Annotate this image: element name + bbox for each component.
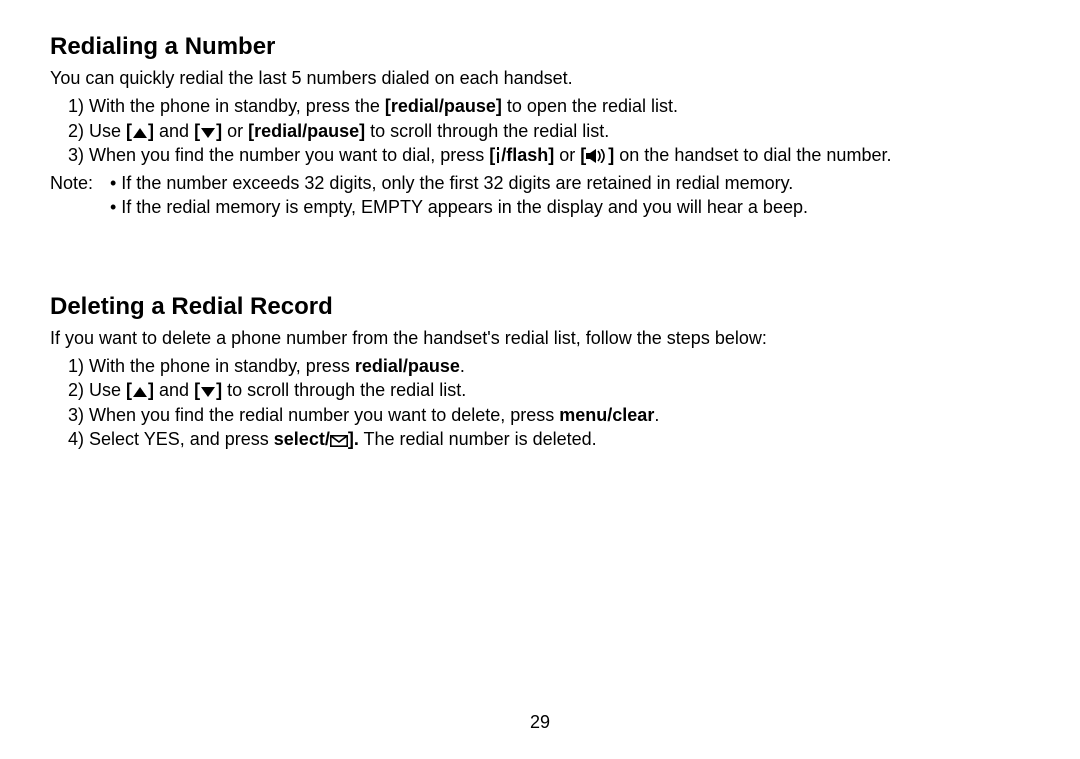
section1-intro: You can quickly redial the last 5 number… — [50, 66, 1030, 90]
note1: • If the number exceeds 32 digits, only … — [110, 171, 1030, 195]
down-arrow-icon — [200, 127, 216, 139]
redial-pause-key: redial/pause — [355, 356, 460, 376]
step-text: 1) With the phone in standby, press — [68, 356, 355, 376]
section-spacer — [50, 220, 1030, 292]
step-text: to scroll through the redial list. — [222, 380, 466, 400]
section2-step1: 1) With the phone in standby, press redi… — [68, 354, 1030, 378]
step-text: 4) Select YES, and press — [68, 429, 274, 449]
manual-page: Redialing a Number You can quickly redia… — [0, 0, 1080, 759]
step-text: 3) When you find the redial number you w… — [68, 405, 559, 425]
speaker-icon — [586, 149, 608, 163]
up-arrow-icon — [132, 127, 148, 139]
down-arrow-icon — [200, 386, 216, 398]
and-word: and — [154, 380, 194, 400]
step-text: to scroll through the redial list. — [365, 121, 609, 141]
step-text: . — [654, 405, 659, 425]
redial-pause-key: [redial/pause] — [248, 121, 365, 141]
step-text: 1) With the phone in standby, press the — [68, 96, 385, 116]
or-word: or — [222, 121, 248, 141]
step-text: 2) Use — [68, 121, 126, 141]
redial-pause-key: [redial/pause] — [385, 96, 502, 116]
step-text: The redial number is deleted. — [359, 429, 597, 449]
section2-intro: If you want to delete a phone number fro… — [50, 326, 1030, 350]
flash-key: /flash] — [501, 145, 554, 165]
section1-step1: 1) With the phone in standby, press the … — [68, 94, 1030, 118]
section2-step3: 3) When you find the redial number you w… — [68, 403, 1030, 427]
section1-step3: 3) When you find the number you want to … — [68, 143, 1030, 167]
section2-step4: 4) Select YES, and press select/]. The r… — [68, 427, 1030, 451]
section2-heading: Deleting a Redial Record — [50, 292, 1030, 322]
step-text: 2) Use — [68, 380, 126, 400]
section1-heading: Redialing a Number — [50, 32, 1030, 62]
step-text: on the handset to dial the number. — [614, 145, 891, 165]
step-text: 3) When you find the number you want to … — [68, 145, 489, 165]
step-text: . — [460, 356, 465, 376]
note-label: Note: — [50, 171, 110, 220]
page-number: 29 — [0, 712, 1080, 733]
note-bullets: • If the number exceeds 32 digits, only … — [110, 171, 1030, 220]
section1-note: Note: • If the number exceeds 32 digits,… — [50, 171, 1030, 220]
step-text: to open the redial list. — [502, 96, 678, 116]
note2: • If the redial memory is empty, EMPTY a… — [110, 195, 1030, 219]
and-word: and — [154, 121, 194, 141]
section1-steps: 1) With the phone in standby, press the … — [50, 94, 1030, 167]
section1-step2: 2) Use [] and [] or [redial/pause] to sc… — [68, 119, 1030, 143]
or-word: or — [554, 145, 580, 165]
up-arrow-icon — [132, 386, 148, 398]
envelope-icon — [330, 435, 348, 447]
section2-step2: 2) Use [] and [] to scroll through the r… — [68, 378, 1030, 402]
section2-steps: 1) With the phone in standby, press redi… — [50, 354, 1030, 451]
select-key-prefix: select/ — [274, 429, 330, 449]
menu-clear-key: menu/clear — [559, 405, 654, 425]
